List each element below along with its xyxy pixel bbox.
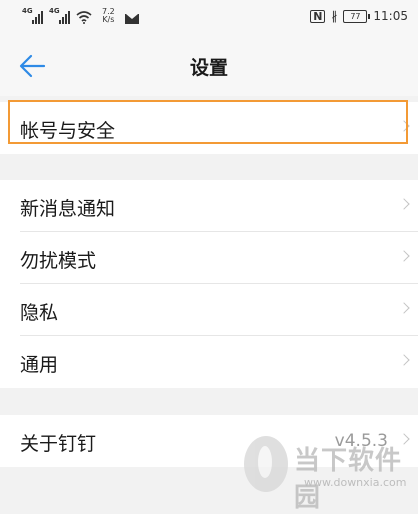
watermark: 当下软件园 www.downxia.com [238,430,418,513]
row-new-message-notify[interactable]: 新消息通知 [0,180,418,232]
watermark-logo-icon [244,436,288,492]
row-privacy[interactable]: 隐私 [0,284,418,336]
chevron-right-icon [398,302,410,314]
clock: 11:05 [373,9,408,23]
row-label: 勿扰模式 [20,250,97,272]
group-settings: 新消息通知 勿扰模式 隐私 通用 [0,180,418,388]
chevron-right-icon [398,120,410,132]
status-right: N ∦ 77 11:05 [310,9,408,23]
bluetooth-icon: ∦ [331,9,338,23]
row-do-not-disturb[interactable]: 勿扰模式 [0,232,418,284]
page-title: 设置 [189,57,228,79]
row-account-security[interactable]: 帐号与安全 [0,102,418,154]
row-label: 隐私 [20,302,59,324]
signal-icon-2: 4G [49,7,70,24]
chevron-right-icon [398,250,410,262]
wifi-icon [76,11,92,24]
group-account: 帐号与安全 [0,102,418,154]
signal-icon: 4G [22,7,43,24]
status-left: 4G 4G 7.2 K/s [22,7,139,24]
row-label: 通用 [20,354,59,376]
row-label: 帐号与安全 [20,120,116,142]
row-label: 新消息通知 [20,198,116,220]
battery-icon: 77 [343,9,371,23]
nfc-icon: N [310,9,326,23]
chevron-right-icon [398,198,410,210]
mail-icon [124,14,139,24]
status-bar: 4G 4G 7.2 K/s N ∦ 77 11:05 [0,0,418,36]
net-speed: 7.2 K/s [102,7,115,24]
nav-bar: 设置 [0,36,418,96]
watermark-url: www.downxia.com [304,476,407,489]
row-general[interactable]: 通用 [0,336,418,388]
row-label: 关于钉钉 [20,433,97,455]
chevron-right-icon [398,354,410,366]
